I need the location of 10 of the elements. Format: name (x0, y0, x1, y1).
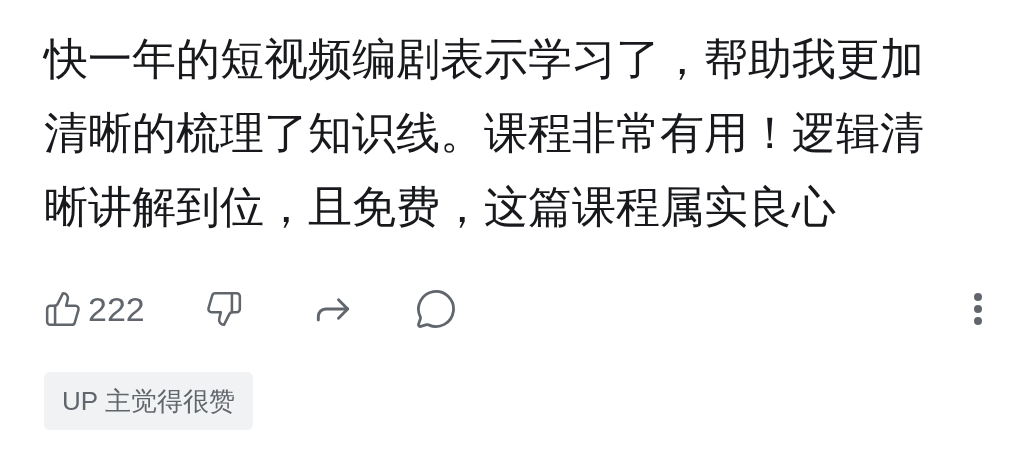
like-button[interactable]: 222 (44, 283, 145, 335)
up-liked-badge: UP 主觉得很赞 (44, 372, 253, 430)
comment-icon (414, 288, 457, 330)
more-button[interactable] (973, 292, 983, 326)
dislike-button[interactable] (204, 290, 243, 328)
thumbs-up-icon (44, 290, 82, 328)
comment-text: 快一年的短视频编剧表示学习了，帮助我更加清晰的梳理了知识线。课程非常有用！逻辑清晰讲解到位，且免费，这篇课程属实良心 (44, 33, 925, 233)
more-icon (973, 292, 983, 326)
reply-button[interactable] (414, 288, 457, 330)
thumbs-down-icon (204, 290, 243, 328)
